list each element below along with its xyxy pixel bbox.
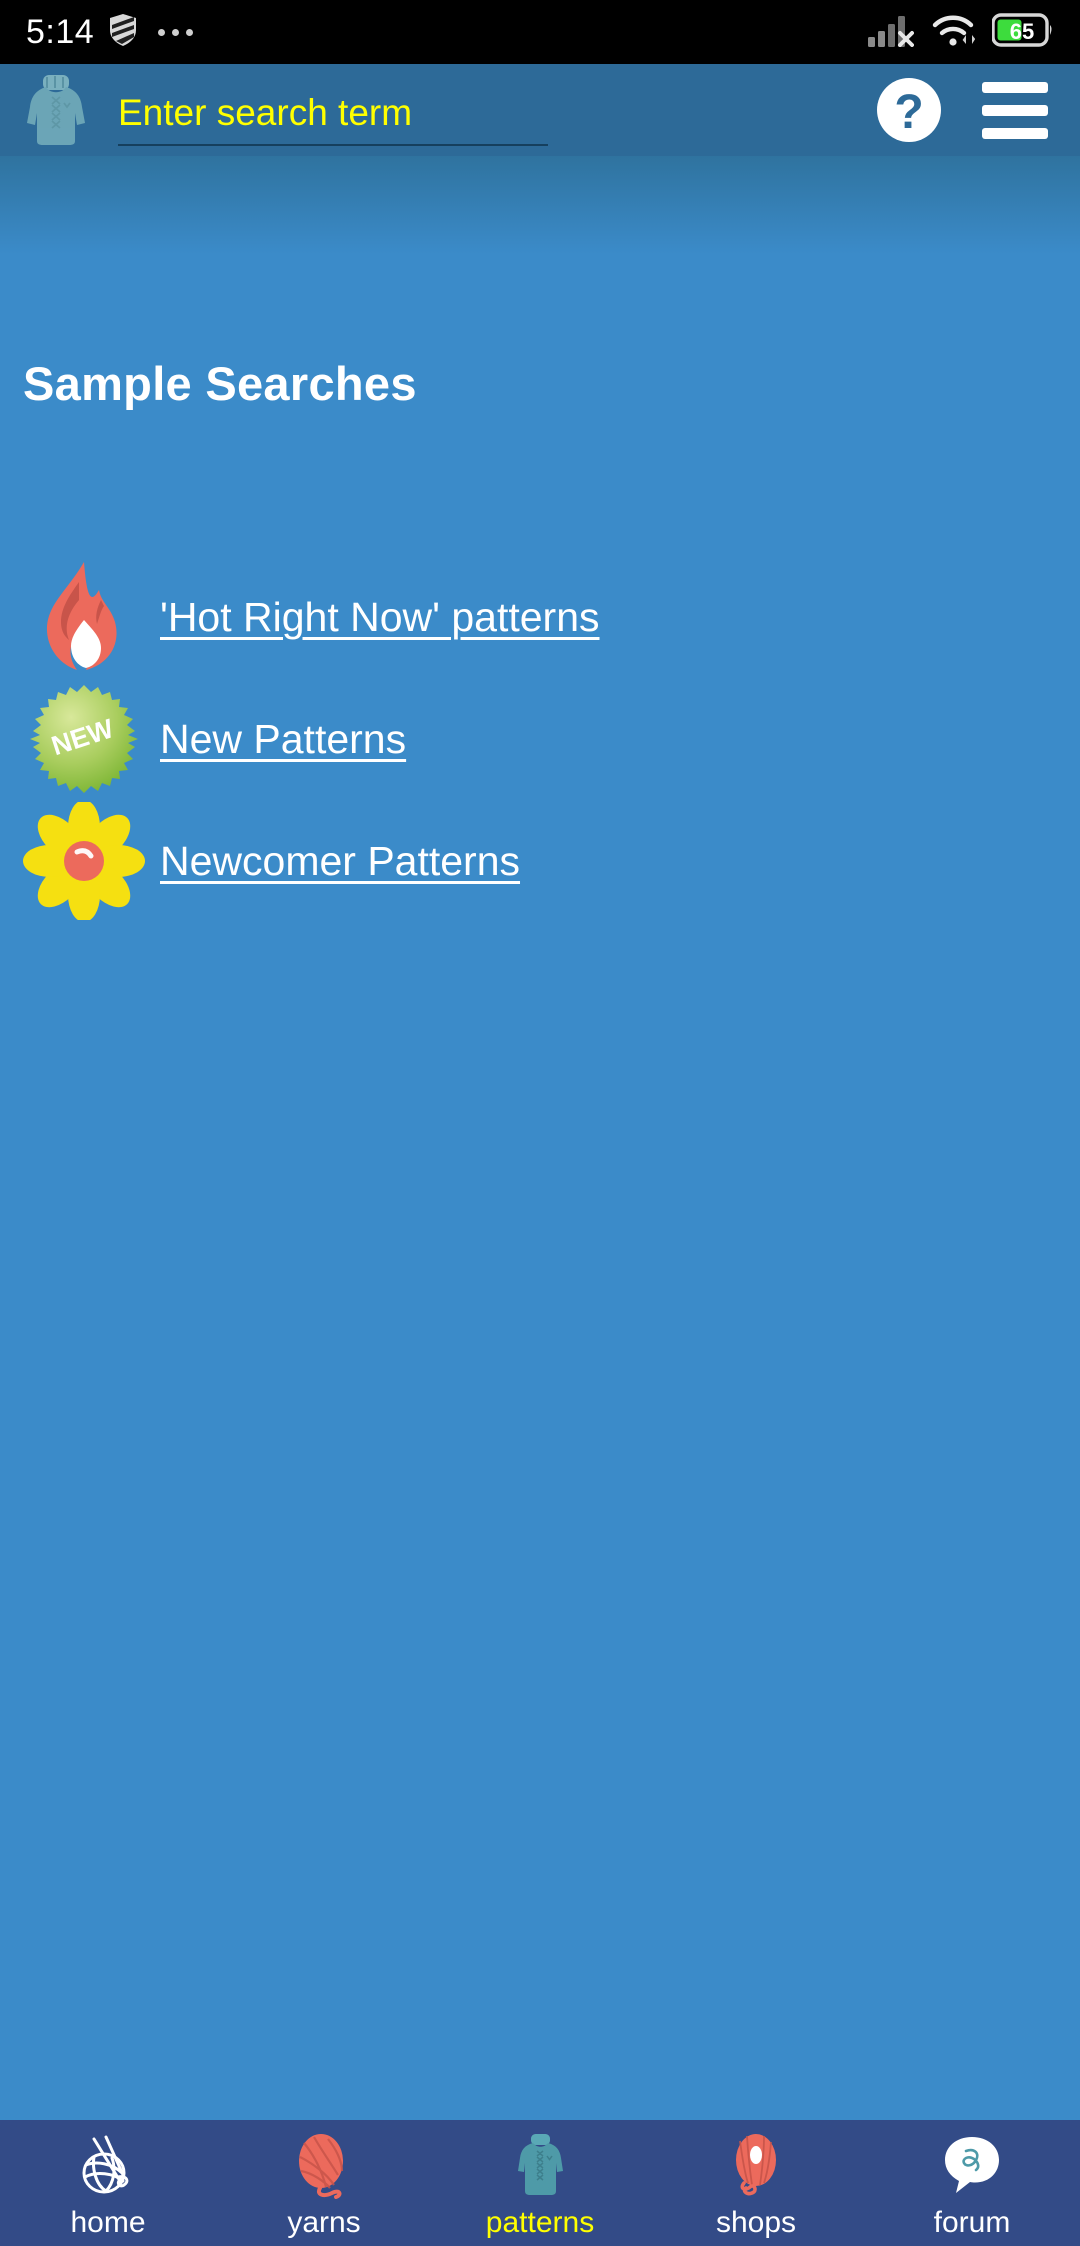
nav-label: forum: [933, 2205, 1011, 2239]
sweater-icon: [504, 2133, 576, 2199]
status-bar-clock: 5:14: [26, 12, 95, 51]
overflow-dots-icon: [158, 28, 194, 36]
sample-search-link[interactable]: Newcomer Patterns: [160, 838, 520, 885]
nav-label: patterns: [485, 2205, 595, 2239]
wifi-icon: [931, 13, 976, 52]
main-content: Sample Searches 'Hot Right Now' patterns: [0, 156, 1080, 2120]
hamburger-menu-icon[interactable]: [976, 71, 1054, 149]
nav-label: home: [70, 2205, 146, 2239]
nav-label: shops: [715, 2205, 797, 2239]
menu-bar-1: [982, 81, 1048, 93]
sample-search-link[interactable]: New Patterns: [160, 716, 406, 763]
sweater-logo-icon[interactable]: [18, 72, 94, 148]
battery-percent-text: 65: [1010, 19, 1034, 44]
flower-icon: [22, 800, 146, 922]
help-question-circle-icon[interactable]: ?: [870, 71, 948, 149]
nav-item-forum[interactable]: forum: [864, 2120, 1080, 2246]
status-bar-right: 65: [868, 12, 1054, 52]
page-title: Sample Searches: [23, 357, 417, 410]
nav-item-home[interactable]: home: [0, 2120, 216, 2246]
app-bar: ?: [0, 64, 1080, 156]
status-bar: 5:14 65: [0, 0, 1080, 64]
menu-bar-2: [982, 104, 1048, 116]
bottom-navigation: home yarns patterns shops forum: [0, 2120, 1080, 2246]
sample-search-link[interactable]: 'Hot Right Now' patterns: [160, 594, 600, 641]
list-item[interactable]: NEW New Patterns: [0, 678, 1080, 800]
yarn-ball-needles-icon: [72, 2133, 144, 2199]
search-input[interactable]: [118, 82, 548, 146]
shield-vpn-icon: [108, 13, 138, 52]
phone-screen: 5:14 65 Enter search term ? Sample Searc…: [0, 0, 1080, 2246]
nav-item-patterns[interactable]: patterns: [432, 2120, 648, 2246]
new-starburst-badge-icon: NEW: [22, 678, 146, 800]
nav-label: yarns: [287, 2205, 361, 2239]
yarn-ball-icon: [288, 2133, 360, 2199]
flame-icon: [22, 556, 146, 678]
status-bar-left: 5:14: [26, 12, 194, 52]
battery-icon: 65: [991, 12, 1054, 52]
cellular-signal-no-service-icon: [868, 13, 914, 52]
yarn-skein-icon: [720, 2133, 792, 2199]
speech-bubble-icon: [936, 2133, 1008, 2199]
sample-searches-list: 'Hot Right Now' patterns NEW New Pattern…: [0, 556, 1080, 922]
list-item[interactable]: 'Hot Right Now' patterns: [0, 556, 1080, 678]
svg-text:?: ?: [894, 86, 923, 139]
list-item[interactable]: Newcomer Patterns: [0, 800, 1080, 922]
nav-item-shops[interactable]: shops: [648, 2120, 864, 2246]
menu-bar-3: [982, 127, 1048, 139]
nav-item-yarns[interactable]: yarns: [216, 2120, 432, 2246]
search-field-wrapper: [118, 64, 860, 156]
